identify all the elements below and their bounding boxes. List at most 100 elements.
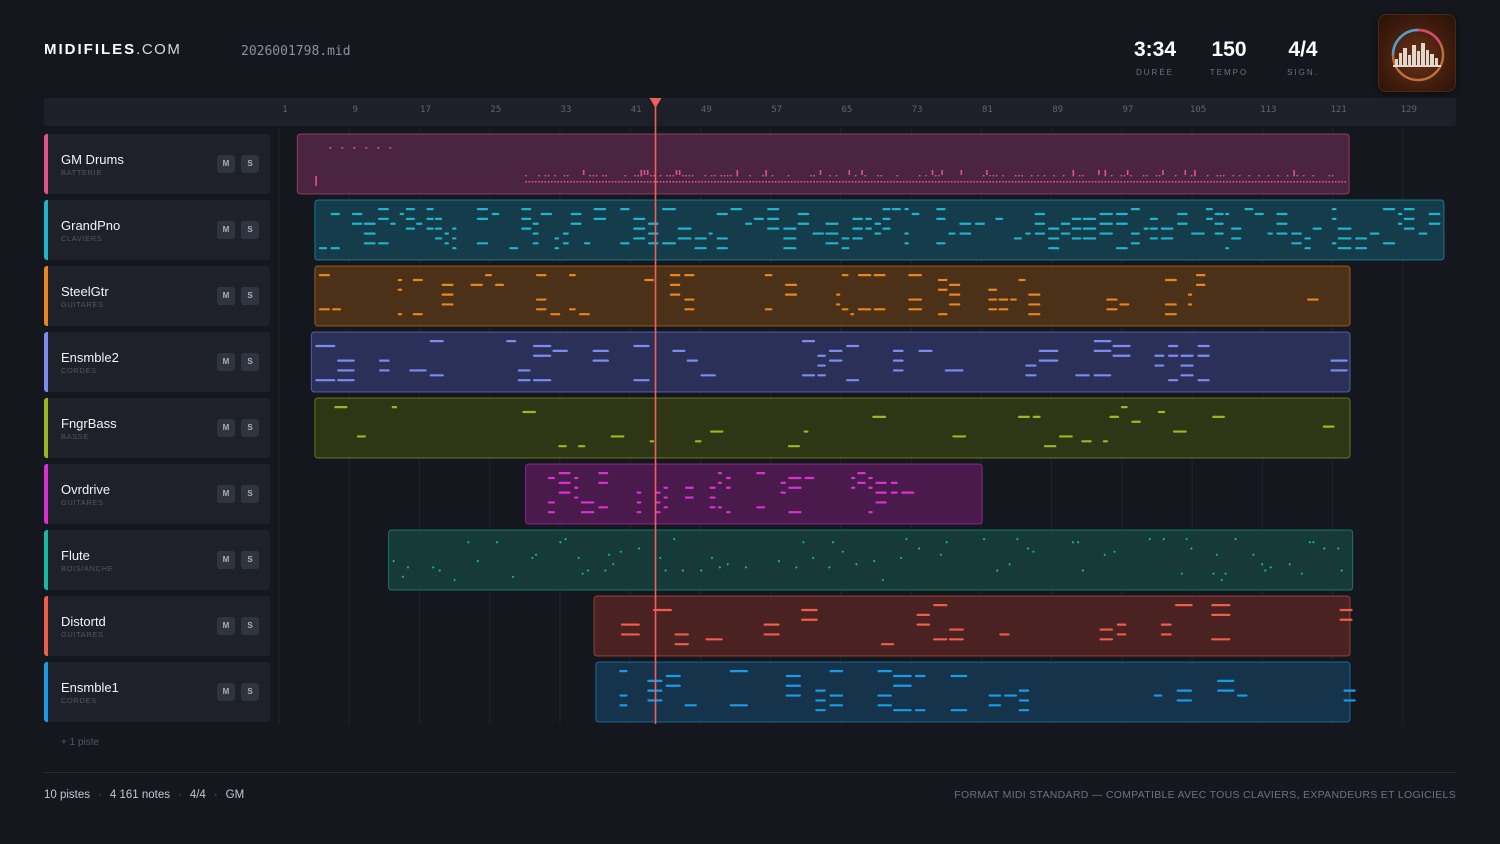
note bbox=[1025, 374, 1037, 377]
note bbox=[351, 222, 363, 225]
note bbox=[1337, 247, 1352, 250]
arrangement-view[interactable] bbox=[0, 0, 1500, 844]
note bbox=[441, 283, 454, 286]
note bbox=[662, 181, 665, 183]
note bbox=[906, 181, 908, 183]
note bbox=[1072, 175, 1075, 177]
note bbox=[783, 247, 797, 250]
note bbox=[620, 208, 630, 211]
clip-ovrdrive[interactable] bbox=[525, 463, 983, 525]
note bbox=[663, 496, 669, 499]
note bbox=[1195, 283, 1206, 286]
note bbox=[960, 170, 963, 175]
note bbox=[1187, 293, 1193, 296]
note bbox=[1016, 538, 1019, 541]
note bbox=[568, 308, 576, 311]
clip-flute[interactable] bbox=[388, 529, 1354, 591]
note bbox=[911, 212, 920, 216]
clip-ensmble1[interactable] bbox=[595, 661, 1356, 723]
clip-body bbox=[314, 265, 1351, 327]
note bbox=[838, 181, 841, 183]
note bbox=[1232, 181, 1235, 183]
note bbox=[1160, 633, 1172, 636]
note bbox=[861, 170, 863, 175]
note bbox=[341, 147, 344, 149]
note bbox=[1254, 181, 1257, 183]
note bbox=[1075, 181, 1078, 183]
note bbox=[1103, 553, 1106, 556]
note bbox=[675, 181, 678, 183]
note bbox=[1194, 175, 1196, 177]
note bbox=[944, 181, 947, 183]
clip-gm-drums[interactable] bbox=[296, 133, 1350, 195]
note bbox=[467, 541, 470, 544]
note bbox=[858, 181, 860, 183]
note bbox=[547, 501, 556, 504]
note bbox=[1081, 569, 1084, 572]
note bbox=[624, 175, 627, 177]
note bbox=[755, 181, 758, 183]
note bbox=[918, 175, 921, 177]
note bbox=[650, 181, 652, 183]
note bbox=[1195, 274, 1206, 277]
note bbox=[1131, 420, 1141, 423]
note bbox=[441, 293, 454, 296]
note bbox=[845, 181, 847, 183]
note bbox=[1110, 181, 1113, 183]
note bbox=[1184, 170, 1187, 175]
note bbox=[936, 242, 946, 245]
note bbox=[1160, 237, 1174, 240]
note bbox=[470, 283, 483, 286]
note bbox=[877, 694, 892, 697]
note bbox=[1002, 175, 1004, 177]
note bbox=[1077, 541, 1080, 544]
note bbox=[550, 313, 561, 316]
note bbox=[841, 237, 850, 240]
note bbox=[665, 674, 681, 678]
note bbox=[729, 704, 748, 707]
note bbox=[444, 242, 449, 245]
clip-ensmble2[interactable] bbox=[310, 331, 1351, 393]
clip-fngrbass[interactable] bbox=[314, 397, 1351, 459]
note bbox=[914, 709, 926, 712]
note bbox=[802, 541, 805, 544]
note bbox=[544, 181, 547, 183]
note bbox=[1027, 181, 1030, 183]
note bbox=[764, 308, 773, 311]
note bbox=[685, 175, 687, 177]
note bbox=[517, 379, 531, 382]
note bbox=[586, 569, 589, 572]
note bbox=[1034, 212, 1046, 216]
clip-steelgtr[interactable] bbox=[314, 265, 1351, 327]
note bbox=[1277, 175, 1279, 177]
note bbox=[877, 181, 879, 183]
note bbox=[1155, 175, 1158, 177]
note bbox=[1071, 227, 1082, 230]
note bbox=[452, 237, 457, 240]
note bbox=[566, 181, 569, 183]
note bbox=[797, 222, 810, 225]
clip-grandpno[interactable] bbox=[314, 199, 1445, 261]
note bbox=[902, 181, 905, 183]
note bbox=[912, 181, 915, 183]
note bbox=[532, 242, 539, 245]
note bbox=[944, 369, 964, 372]
note bbox=[558, 491, 571, 494]
clip-distortd[interactable] bbox=[593, 595, 1353, 657]
note bbox=[329, 147, 332, 149]
note bbox=[784, 283, 798, 286]
note bbox=[638, 547, 641, 550]
note bbox=[608, 553, 611, 556]
note bbox=[846, 379, 860, 382]
note bbox=[582, 181, 585, 183]
note bbox=[1308, 541, 1311, 544]
note bbox=[379, 359, 390, 362]
note bbox=[729, 670, 748, 673]
note bbox=[710, 175, 713, 177]
note bbox=[678, 181, 681, 183]
note bbox=[621, 181, 623, 183]
note bbox=[1200, 181, 1203, 183]
note bbox=[787, 445, 800, 448]
note bbox=[608, 181, 611, 183]
note bbox=[995, 181, 998, 183]
